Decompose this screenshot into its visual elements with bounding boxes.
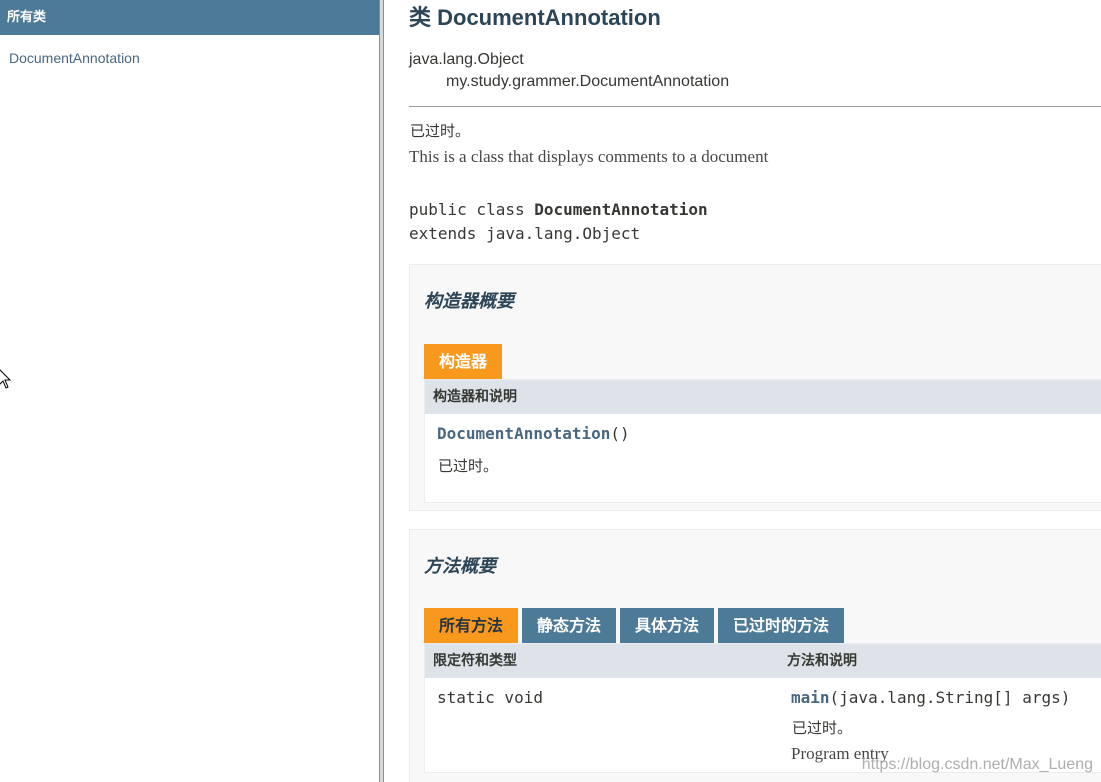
deprecated-note: 已过时。 bbox=[410, 122, 471, 140]
watermark: https://blog.csdn.net/Max_Lueng bbox=[861, 756, 1093, 773]
tab-concrete-methods[interactable]: 具体方法 bbox=[620, 608, 715, 643]
tab-static-methods[interactable]: 静态方法 bbox=[522, 608, 617, 643]
mouse-cursor-icon bbox=[0, 369, 12, 389]
signature-extends: extends java.lang.Object bbox=[409, 224, 641, 243]
constructor-table-header: 构造器和说明 bbox=[425, 380, 1101, 414]
inheritance-child: my.study.grammer.DocumentAnnotation bbox=[446, 73, 730, 90]
tab-constructors[interactable]: 构造器 bbox=[424, 344, 503, 379]
tab-all-methods[interactable]: 所有方法 bbox=[424, 608, 519, 643]
all-classes-frame: 所有类 DocumentAnnotation bbox=[0, 0, 379, 782]
constructor-row: DocumentAnnotation() bbox=[437, 424, 630, 443]
method-tabs: 所有方法 静态方法 具体方法 已过时的方法 bbox=[424, 608, 845, 643]
constructor-deprecated: 已过时。 bbox=[438, 457, 499, 475]
divider bbox=[409, 106, 1101, 107]
class-signature: public class DocumentAnnotation extends … bbox=[409, 198, 708, 246]
class-link-documentannotation[interactable]: DocumentAnnotation bbox=[9, 50, 140, 66]
tab-deprecated-methods[interactable]: 已过时的方法 bbox=[718, 608, 845, 643]
all-classes-header: 所有类 bbox=[0, 0, 379, 35]
page-title: 类 DocumentAnnotation bbox=[409, 5, 661, 30]
modifier-header-label: 限定符和类型 bbox=[433, 653, 517, 669]
constructor-link[interactable]: DocumentAnnotation bbox=[437, 424, 610, 443]
method-summary-title: 方法概要 bbox=[424, 556, 496, 577]
constructor-tabs: 构造器 bbox=[424, 344, 503, 379]
signature-prefix: public class bbox=[409, 200, 535, 219]
method-modifier: static void bbox=[437, 688, 543, 707]
method-summary: 方法概要 所有方法 静态方法 具体方法 已过时的方法 限定符和类型 方法和说明 … bbox=[409, 529, 1101, 782]
constructor-params: () bbox=[610, 424, 630, 443]
constructor-header-label: 构造器和说明 bbox=[433, 389, 517, 405]
inheritance-parent: java.lang.Object bbox=[409, 51, 524, 68]
method-table-header: 限定符和类型 方法和说明 bbox=[425, 644, 1101, 678]
signature-class-name: DocumentAnnotation bbox=[534, 200, 708, 219]
method-table: 限定符和类型 方法和说明 static void main(java.lang.… bbox=[424, 643, 1101, 773]
method-header-label: 方法和说明 bbox=[787, 653, 857, 669]
constructor-summary-title: 构造器概要 bbox=[424, 291, 514, 312]
method-row: main(java.lang.String[] args) bbox=[791, 688, 1070, 707]
class-description: This is a class that displays comments t… bbox=[409, 147, 769, 166]
constructor-summary: 构造器概要 构造器 构造器和说明 DocumentAnnotation() 已过… bbox=[409, 264, 1101, 511]
method-deprecated: 已过时。 bbox=[792, 719, 853, 737]
method-link-main[interactable]: main bbox=[791, 688, 830, 707]
method-params: (java.lang.String[] args) bbox=[829, 688, 1071, 707]
class-doc-frame[interactable]: 类 DocumentAnnotation java.lang.Object my… bbox=[384, 0, 1101, 782]
constructor-table: 构造器和说明 DocumentAnnotation() 已过时。 bbox=[424, 379, 1101, 503]
javadoc-window: 所有类 DocumentAnnotation 类 DocumentAnnotat… bbox=[0, 0, 1101, 782]
